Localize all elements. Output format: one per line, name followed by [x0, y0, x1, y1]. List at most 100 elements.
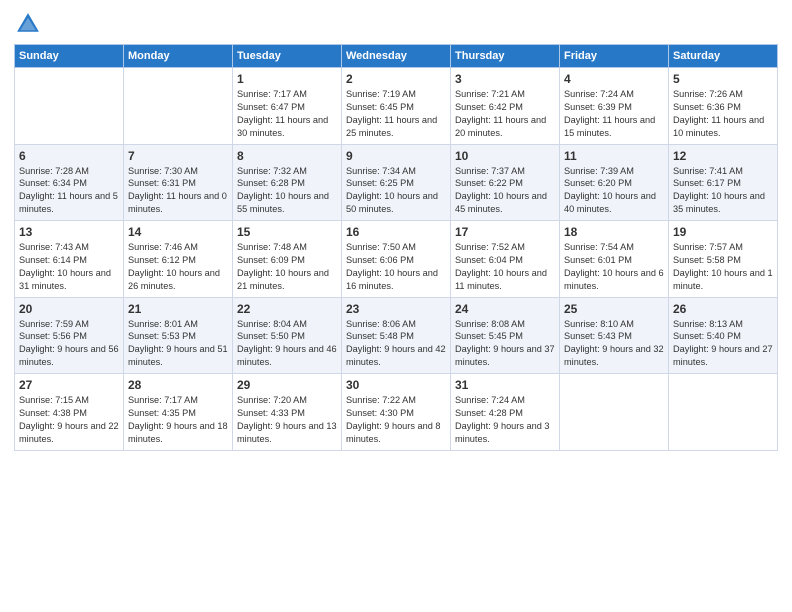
day-info: Sunrise: 7:48 AMSunset: 6:09 PMDaylight:…: [237, 241, 337, 293]
day-number: 3: [455, 72, 555, 86]
day-number: 11: [564, 149, 664, 163]
day-info: Sunrise: 7:59 AMSunset: 5:56 PMDaylight:…: [19, 318, 119, 370]
calendar-cell: 1 Sunrise: 7:17 AMSunset: 6:47 PMDaylight…: [233, 68, 342, 145]
day-info: Sunrise: 7:17 AMSunset: 6:47 PMDaylight:…: [237, 88, 337, 140]
day-number: 31: [455, 378, 555, 392]
calendar-cell: 10 Sunrise: 7:37 AMSunset: 6:22 PMDayligh…: [451, 144, 560, 221]
day-number: 9: [346, 149, 446, 163]
calendar-table: Sunday Monday Tuesday Wednesday Thursday…: [14, 44, 778, 451]
day-number: 5: [673, 72, 773, 86]
calendar-cell: 23Sunrise: 8:06 AMSunset: 5:48 PMDayligh…: [342, 297, 451, 374]
col-saturday: Saturday: [669, 45, 778, 68]
calendar-cell: 9 Sunrise: 7:34 AMSunset: 6:25 PMDaylight…: [342, 144, 451, 221]
calendar-cell: 27 Sunrise: 7:15 AMSunset: 4:38 PMDayligh…: [15, 374, 124, 451]
day-info: Sunrise: 7:17 AMSunset: 4:35 PMDaylight:…: [128, 394, 228, 446]
logo-icon: [14, 10, 42, 38]
day-number: 24: [455, 302, 555, 316]
calendar-cell: 26 Sunrise: 8:13 AMSunset: 5:40 PMDayligh…: [669, 297, 778, 374]
calendar-cell: 30 Sunrise: 7:22 AMSunset: 4:30 PMDayligh…: [342, 374, 451, 451]
day-number: 25: [564, 302, 664, 316]
day-number: 16: [346, 225, 446, 239]
day-info: Sunrise: 8:13 AMSunset: 5:40 PMDaylight:…: [673, 318, 773, 370]
day-info: Sunrise: 7:15 AMSunset: 4:38 PMDaylight:…: [19, 394, 119, 446]
day-info: Sunrise: 7:43 AMSunset: 6:14 PMDaylight:…: [19, 241, 119, 293]
day-info: Sunrise: 8:06 AMSunset: 5:48 PMDaylight:…: [346, 318, 446, 370]
day-number: 21: [128, 302, 228, 316]
day-info: Sunrise: 8:08 AMSunset: 5:45 PMDaylight:…: [455, 318, 555, 370]
day-info: Sunrise: 7:21 AMSunset: 6:42 PMDaylight:…: [455, 88, 555, 140]
calendar-week-row: 1 Sunrise: 7:17 AMSunset: 6:47 PMDaylight…: [15, 68, 778, 145]
calendar-cell: 8Sunrise: 7:32 AMSunset: 6:28 PMDaylight…: [233, 144, 342, 221]
day-number: 27: [19, 378, 119, 392]
day-info: Sunrise: 7:57 AMSunset: 5:58 PMDaylight:…: [673, 241, 773, 293]
day-info: Sunrise: 7:41 AMSunset: 6:17 PMDaylight:…: [673, 165, 773, 217]
calendar-cell: 4 Sunrise: 7:24 AMSunset: 6:39 PMDaylight…: [560, 68, 669, 145]
day-number: 18: [564, 225, 664, 239]
day-number: 10: [455, 149, 555, 163]
day-number: 14: [128, 225, 228, 239]
calendar-cell: 28 Sunrise: 7:17 AMSunset: 4:35 PMDayligh…: [124, 374, 233, 451]
day-number: 20: [19, 302, 119, 316]
day-number: 6: [19, 149, 119, 163]
day-number: 26: [673, 302, 773, 316]
day-number: 30: [346, 378, 446, 392]
day-info: Sunrise: 7:39 AMSunset: 6:20 PMDaylight:…: [564, 165, 664, 217]
calendar-cell: 17 Sunrise: 7:52 AMSunset: 6:04 PMDayligh…: [451, 221, 560, 298]
calendar-cell: 3 Sunrise: 7:21 AMSunset: 6:42 PMDaylight…: [451, 68, 560, 145]
day-info: Sunrise: 8:04 AMSunset: 5:50 PMDaylight:…: [237, 318, 337, 370]
day-number: 28: [128, 378, 228, 392]
day-info: Sunrise: 7:52 AMSunset: 6:04 PMDaylight:…: [455, 241, 555, 293]
calendar-cell: 12 Sunrise: 7:41 AMSunset: 6:17 PMDayligh…: [669, 144, 778, 221]
calendar-cell: 2 Sunrise: 7:19 AMSunset: 6:45 PMDaylight…: [342, 68, 451, 145]
calendar-week-row: 20 Sunrise: 7:59 AMSunset: 5:56 PMDayligh…: [15, 297, 778, 374]
col-monday: Monday: [124, 45, 233, 68]
col-thursday: Thursday: [451, 45, 560, 68]
day-info: Sunrise: 7:30 AMSunset: 6:31 PMDaylight:…: [128, 165, 228, 217]
calendar-cell: 22Sunrise: 8:04 AMSunset: 5:50 PMDayligh…: [233, 297, 342, 374]
day-number: 12: [673, 149, 773, 163]
col-friday: Friday: [560, 45, 669, 68]
calendar-cell: 15 Sunrise: 7:48 AMSunset: 6:09 PMDayligh…: [233, 221, 342, 298]
day-info: Sunrise: 7:28 AMSunset: 6:34 PMDaylight:…: [19, 165, 119, 217]
header: [14, 10, 778, 38]
day-info: Sunrise: 7:50 AMSunset: 6:06 PMDaylight:…: [346, 241, 446, 293]
calendar-header-row: Sunday Monday Tuesday Wednesday Thursday…: [15, 45, 778, 68]
day-info: Sunrise: 7:24 AMSunset: 6:39 PMDaylight:…: [564, 88, 664, 140]
day-info: Sunrise: 8:01 AMSunset: 5:53 PMDaylight:…: [128, 318, 228, 370]
day-info: Sunrise: 7:20 AMSunset: 4:33 PMDaylight:…: [237, 394, 337, 446]
col-wednesday: Wednesday: [342, 45, 451, 68]
calendar-cell: 7Sunrise: 7:30 AMSunset: 6:31 PMDaylight…: [124, 144, 233, 221]
calendar-cell: [560, 374, 669, 451]
day-info: Sunrise: 7:24 AMSunset: 4:28 PMDaylight:…: [455, 394, 555, 446]
calendar-cell: 18Sunrise: 7:54 AMSunset: 6:01 PMDayligh…: [560, 221, 669, 298]
day-info: Sunrise: 7:46 AMSunset: 6:12 PMDaylight:…: [128, 241, 228, 293]
calendar-cell: 6 Sunrise: 7:28 AMSunset: 6:34 PMDaylight…: [15, 144, 124, 221]
calendar-week-row: 27 Sunrise: 7:15 AMSunset: 4:38 PMDayligh…: [15, 374, 778, 451]
day-number: 13: [19, 225, 119, 239]
day-info: Sunrise: 7:34 AMSunset: 6:25 PMDaylight:…: [346, 165, 446, 217]
calendar-cell: 21 Sunrise: 8:01 AMSunset: 5:53 PMDayligh…: [124, 297, 233, 374]
calendar-cell: 24 Sunrise: 8:08 AMSunset: 5:45 PMDayligh…: [451, 297, 560, 374]
day-info: Sunrise: 7:37 AMSunset: 6:22 PMDaylight:…: [455, 165, 555, 217]
day-number: 4: [564, 72, 664, 86]
calendar-cell: 31 Sunrise: 7:24 AMSunset: 4:28 PMDayligh…: [451, 374, 560, 451]
calendar-week-row: 6 Sunrise: 7:28 AMSunset: 6:34 PMDaylight…: [15, 144, 778, 221]
calendar-cell: 13 Sunrise: 7:43 AMSunset: 6:14 PMDayligh…: [15, 221, 124, 298]
day-info: Sunrise: 8:10 AMSunset: 5:43 PMDaylight:…: [564, 318, 664, 370]
day-number: 2: [346, 72, 446, 86]
day-number: 1: [237, 72, 337, 86]
calendar-cell: 5 Sunrise: 7:26 AMSunset: 6:36 PMDaylight…: [669, 68, 778, 145]
day-info: Sunrise: 7:26 AMSunset: 6:36 PMDaylight:…: [673, 88, 773, 140]
day-number: 17: [455, 225, 555, 239]
col-tuesday: Tuesday: [233, 45, 342, 68]
calendar-cell: 29Sunrise: 7:20 AMSunset: 4:33 PMDayligh…: [233, 374, 342, 451]
logo: [14, 10, 46, 38]
day-number: 15: [237, 225, 337, 239]
day-info: Sunrise: 7:19 AMSunset: 6:45 PMDaylight:…: [346, 88, 446, 140]
calendar-week-row: 13 Sunrise: 7:43 AMSunset: 6:14 PMDayligh…: [15, 221, 778, 298]
page: Sunday Monday Tuesday Wednesday Thursday…: [0, 0, 792, 612]
day-info: Sunrise: 7:22 AMSunset: 4:30 PMDaylight:…: [346, 394, 446, 446]
col-sunday: Sunday: [15, 45, 124, 68]
calendar-cell: 25 Sunrise: 8:10 AMSunset: 5:43 PMDayligh…: [560, 297, 669, 374]
calendar-cell: 20 Sunrise: 7:59 AMSunset: 5:56 PMDayligh…: [15, 297, 124, 374]
